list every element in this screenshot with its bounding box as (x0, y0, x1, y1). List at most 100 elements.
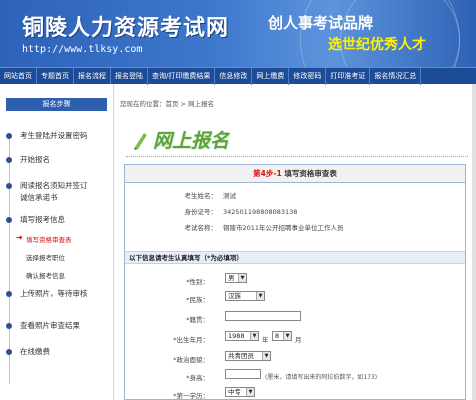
select-value: 8 (275, 332, 280, 340)
chevron-down-icon: ▼ (256, 292, 264, 300)
substep-item-active[interactable]: ➜ 填写资格审查表 (16, 233, 72, 244)
nav-item-edit-info[interactable]: 信息修改 (215, 68, 253, 85)
select-value: 男 (228, 274, 235, 282)
field-label: *政治面貌： (173, 356, 209, 364)
step-label: 阅读报名须知并签订 (20, 181, 88, 190)
field-label: *民族： (186, 296, 209, 304)
chevron-down-icon: ▼ (283, 332, 291, 340)
site-url: http://www.tlksy.com (22, 44, 143, 55)
field-label: *籍贯： (186, 316, 209, 324)
step-bullet-icon (6, 291, 12, 297)
field-height: *身高： (厘米，请填写出来的阿拉伯数字，如173) (125, 369, 465, 383)
substep-item[interactable]: 选择报考职位 (26, 252, 65, 262)
banner-slogan-2: 选世纪优秀人才 (328, 37, 426, 53)
nav-item-change-password[interactable]: 修改密码 (289, 68, 327, 85)
field-label: *身高： (186, 374, 209, 382)
divider (126, 156, 468, 157)
form-step-name: 填写资格审查表 (284, 169, 337, 178)
page-heading: 网上报名 (132, 126, 229, 153)
info-row-name: 考生姓名： 测试 (125, 191, 465, 201)
banner-slogan-1: 创人事考试品牌 (268, 14, 374, 32)
substep-label: 填写资格审查表 (26, 236, 72, 244)
field-label: *出生年月： (173, 336, 209, 344)
step-bullet-icon (6, 133, 12, 139)
info-row-exam: 考试名称： 铜陵市2011年公开招聘事业单位工作人员 (125, 223, 465, 233)
step-bullet-icon (6, 217, 12, 223)
site-title: 铜陵人力资源考试网 (22, 15, 230, 41)
field-political-status: *政治面貌： 共青团员 ▼ (125, 351, 465, 365)
step-bullet-icon (6, 323, 12, 329)
sidebar: 报名步骤 考生登陆并设置密码 开始报名 阅读报名须知并签订 诚信承诺书 填写报考… (0, 84, 114, 400)
nav-item-home[interactable]: 网站首页 (0, 68, 37, 85)
substep-item[interactable]: 确认报考信息 (26, 270, 65, 280)
field-native-place: *籍贯： (125, 311, 465, 325)
month-unit: 月 (295, 336, 302, 344)
registration-form-panel: 第4步-1 填写资格审查表 考生姓名： 测试 身份证号： 34250119880… (124, 164, 466, 400)
step-label: 查看照片审查结果 (20, 321, 80, 330)
year-unit: 年 (262, 336, 269, 344)
step-label: 开始报名 (20, 155, 50, 164)
field-ethnicity: *民族： 汉族 ▼ (125, 291, 465, 305)
form-step-title: 第4步-1 填写资格审查表 (125, 165, 465, 183)
breadcrumb-current: 网上报名 (188, 100, 215, 108)
nav-item-online-payment[interactable]: 网上缴费 (252, 68, 290, 85)
field-birth-date: *出生年月： 1988 ▼ 年 8 ▼ 月 (125, 331, 465, 345)
info-value: 342501198808083138 (223, 208, 298, 216)
main-content: 您现在的位置：首页 > 网上报名 网上报名 第4步-1 填写资格审查表 考生姓名… (118, 84, 476, 400)
select-value: 1988 (228, 332, 245, 340)
step-bullet-icon (6, 349, 12, 355)
step-label: 填写报考信息 (20, 215, 65, 224)
birth-year-select[interactable]: 1988 ▼ (225, 331, 259, 341)
field-gender: *性别： 男 ▼ (125, 273, 465, 287)
nav-item-print-ticket[interactable]: 打印准考证 (326, 68, 371, 85)
step-connector-line (9, 134, 10, 384)
page-title: 网上报名 (153, 130, 230, 152)
breadcrumb-home-link[interactable]: 首页 (166, 100, 179, 108)
step-label: 在线缴费 (20, 347, 50, 356)
first-education-select[interactable]: 中专 ▼ (225, 387, 255, 397)
current-arrow-icon: ➜ (16, 233, 23, 242)
step-bullet-icon (6, 157, 12, 163)
step-label: 考生登陆并设置密码 (20, 131, 88, 140)
ethnicity-select[interactable]: 汉族 ▼ (225, 291, 265, 301)
substep-label: 确认报考信息 (26, 272, 65, 280)
chevron-down-icon: ▼ (238, 274, 246, 282)
select-value: 中专 (228, 388, 241, 396)
site-banner: 铜陵人力资源考试网 http://www.tlksy.com 创人事考试品牌 选… (0, 0, 476, 67)
breadcrumb-separator: > (178, 100, 189, 108)
political-status-select[interactable]: 共青团员 ▼ (225, 351, 271, 361)
step-bullet-icon (6, 183, 12, 189)
info-key: 身份证号： (184, 208, 218, 216)
info-key: 考试名称： (184, 224, 218, 232)
select-value: 共青团员 (228, 352, 254, 360)
step-label: 诚信承诺书 (20, 193, 58, 202)
nav-item-login[interactable]: 报名登陆 (111, 68, 148, 85)
height-input[interactable] (225, 369, 261, 379)
sidebar-header: 报名步骤 (6, 98, 107, 111)
chevron-down-icon: ▼ (262, 352, 270, 360)
nav-item-payment-query[interactable]: 查询/打印缴费结果 (148, 68, 216, 85)
field-label: *第一学历： (173, 392, 209, 400)
substep-label: 选择报考职位 (26, 254, 65, 262)
breadcrumb: 您现在的位置：首页 > 网上报名 (120, 98, 214, 108)
nav-item-process[interactable]: 报名流程 (74, 68, 111, 85)
chevron-down-icon: ▼ (246, 388, 254, 396)
pencil-icon (134, 132, 147, 150)
nav-item-summary[interactable]: 报名情况汇总 (370, 68, 422, 85)
birth-month-select[interactable]: 8 ▼ (272, 331, 292, 341)
native-place-input[interactable] (225, 311, 301, 321)
step-label: 上传照片，等待审核 (20, 289, 88, 298)
scrollbar[interactable] (472, 84, 476, 400)
nav-item-topic-home[interactable]: 专题首页 (37, 68, 74, 85)
top-nav: 网站首页 专题首页 报名流程 报名登陆 查询/打印缴费结果 信息修改 网上缴费 … (0, 67, 476, 85)
chevron-down-icon: ▼ (250, 332, 258, 340)
height-hint: (厘米，请填写出来的阿拉伯数字，如173) (265, 374, 378, 381)
field-first-education: *第一学历： 中专 ▼ (125, 387, 465, 400)
select-value: 汉族 (228, 292, 241, 300)
gender-select[interactable]: 男 ▼ (225, 273, 247, 283)
info-row-id: 身份证号： 342501198808083138 (125, 207, 465, 217)
info-key: 考生姓名： (184, 192, 218, 200)
info-value: 测试 (223, 192, 236, 200)
info-value: 铜陵市2011年公开招聘事业单位工作人员 (223, 224, 344, 232)
form-step-number: 第4步-1 (253, 169, 282, 178)
